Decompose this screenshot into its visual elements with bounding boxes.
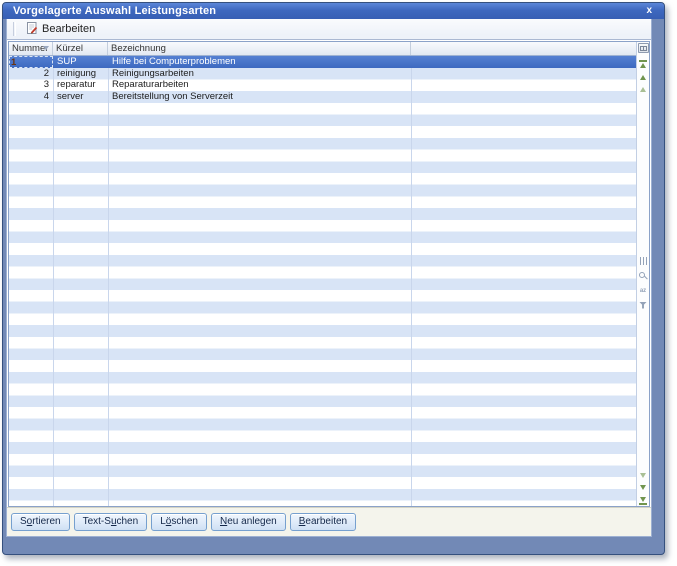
scroll-down-icon[interactable] — [640, 485, 646, 490]
scroll-top-icon[interactable] — [639, 60, 647, 68]
edit-document-icon — [26, 21, 38, 37]
cell-bezeichnung[interactable]: Reparaturarbeiten — [108, 79, 411, 91]
button-label: eu anlegen — [227, 516, 277, 527]
cell-kuerzel[interactable]: reparatur — [53, 79, 108, 91]
data-grid: Nummer Kürzel Bezeichnung 1 SUP Hilfe be… — [8, 41, 650, 507]
cell-kuerzel[interactable]: server — [53, 91, 108, 103]
cell-kuerzel[interactable]: SUP — [53, 56, 108, 68]
cell-bezeichnung[interactable]: Reinigungsarbeiten — [108, 68, 411, 80]
desktop-background: Vorgelagerte Auswahl Leistungsarten x Be… — [0, 0, 677, 566]
column-header-bezeichnung[interactable]: Bezeichnung — [108, 42, 411, 55]
neu-anlegen-button[interactable]: Neu anlegen — [211, 513, 286, 531]
button-label: chen — [116, 516, 139, 527]
toolbar-separator — [13, 22, 16, 36]
cell-empty[interactable] — [411, 68, 636, 80]
grid-rows: 1 SUP Hilfe bei Computerproblemen 2 rein… — [9, 56, 636, 103]
page-down-icon[interactable] — [640, 473, 646, 478]
cell-nummer[interactable]: 2 — [9, 68, 53, 80]
cell-bezeichnung[interactable]: Hilfe bei Computerproblemen — [108, 56, 411, 68]
client-area: Bearbeiten Nummer Kürzel Bezeichnung 1 S… — [6, 19, 652, 537]
window-title: Vorgelagerte Auswahl Leistungsarten — [13, 5, 217, 17]
search-icon[interactable] — [638, 271, 648, 281]
text-suchen-button[interactable]: Text-Suchen — [73, 513, 148, 531]
sortieren-button[interactable]: Sortieren — [11, 513, 70, 531]
column-divider — [108, 56, 109, 506]
table-row[interactable]: 3 reparatur Reparaturarbeiten — [9, 79, 636, 91]
column-header-label: Bezeichnung — [111, 43, 166, 54]
button-label: earbeiten — [305, 516, 348, 527]
button-label: S — [20, 516, 27, 527]
grid-header-row: Nummer Kürzel Bezeichnung — [9, 42, 636, 56]
cell-bezeichnung[interactable]: Bereitstellung von Serverzeit — [108, 91, 411, 103]
scroll-bottom-icon[interactable] — [639, 497, 647, 505]
window-frame: Bearbeiten Nummer Kürzel Bezeichnung 1 S… — [3, 19, 664, 554]
table-row-selected[interactable]: 1 SUP Hilfe bei Computerproblemen — [9, 56, 636, 68]
column-divider — [53, 56, 54, 506]
cell-nummer[interactable]: 1 — [9, 56, 53, 68]
column-header-empty[interactable] — [411, 42, 636, 55]
toolbar-edit-button[interactable]: Bearbeiten — [21, 21, 100, 38]
grid-table: Nummer Kürzel Bezeichnung 1 SUP Hilfe be… — [9, 42, 636, 506]
toolbar: Bearbeiten — [7, 19, 651, 40]
button-label: rtieren — [32, 516, 61, 527]
nav-top-group — [637, 43, 649, 92]
titlebar[interactable]: Vorgelagerte Auswahl Leistungsarten x — [3, 3, 664, 19]
button-label: Text-S — [82, 516, 111, 527]
dialog-window: Vorgelagerte Auswahl Leistungsarten x Be… — [2, 2, 665, 555]
column-header-label: Kürzel — [56, 43, 83, 54]
scroll-up-icon[interactable] — [640, 75, 646, 80]
cell-kuerzel[interactable]: reinigung — [53, 68, 108, 80]
cell-empty[interactable] — [411, 56, 636, 68]
nav-bottom-group — [639, 473, 647, 505]
bearbeiten-button[interactable]: Bearbeiten — [289, 513, 357, 531]
table-row[interactable]: 2 reinigung Reinigungsarbeiten — [9, 68, 636, 80]
grid-side-strip: az — [636, 42, 649, 506]
filter-icon[interactable] — [639, 301, 647, 309]
column-header-kuerzel[interactable]: Kürzel — [53, 42, 108, 55]
sort-az-icon[interactable]: az — [640, 288, 646, 295]
column-header-nummer[interactable]: Nummer — [9, 42, 53, 55]
cell-nummer[interactable]: 4 — [9, 91, 53, 103]
grid-body[interactable]: 1 SUP Hilfe bei Computerproblemen 2 rein… — [9, 56, 636, 506]
columns-icon[interactable] — [639, 256, 647, 265]
column-chooser-icon[interactable] — [637, 43, 649, 53]
sort-desc-icon — [43, 46, 49, 50]
toolbar-edit-label: Bearbeiten — [42, 23, 96, 35]
table-row[interactable]: 4 server Bereitstellung von Serverzeit — [9, 91, 636, 103]
cell-nummer[interactable]: 3 — [9, 79, 53, 91]
cell-empty[interactable] — [411, 79, 636, 91]
nav-middle-group: az — [638, 256, 648, 309]
button-label: schen — [171, 516, 198, 527]
cell-empty[interactable] — [411, 91, 636, 103]
page-up-icon[interactable] — [640, 87, 646, 92]
column-divider — [411, 56, 412, 506]
loeschen-button[interactable]: Löschen — [151, 513, 207, 531]
button-bar: Sortieren Text-Suchen Löschen Neu anlege… — [7, 507, 651, 536]
close-button[interactable]: x — [644, 3, 654, 18]
